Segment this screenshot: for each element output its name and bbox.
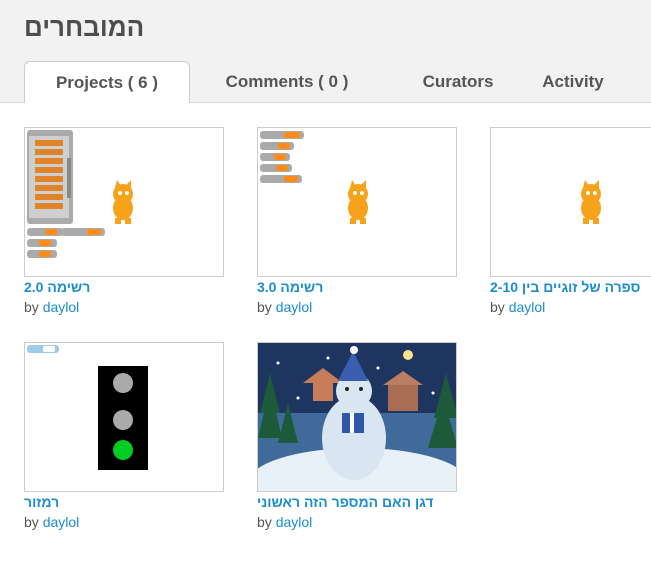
project-author-line: by daylol xyxy=(24,513,224,531)
tab-projects[interactable]: Projects ( 6 ) xyxy=(24,61,190,103)
project-author-line: by daylol xyxy=(257,298,457,316)
project-title[interactable]: דגן האם המספר הזה ראשוני xyxy=(257,493,457,511)
author-link[interactable]: daylol xyxy=(276,514,313,530)
project-title[interactable]: רשימה 2.0 xyxy=(24,278,224,296)
project-author-line: by daylol xyxy=(257,513,457,531)
cat-icon xyxy=(581,180,601,224)
project-card: רשימה 3.0 by daylol xyxy=(257,127,457,316)
project-thumbnail[interactable] xyxy=(257,127,457,277)
author-link[interactable]: daylol xyxy=(509,299,546,315)
by-label: by xyxy=(24,299,39,315)
project-card: ספרה של זוגיים בין 2-10 by daylol xyxy=(490,127,651,316)
author-link[interactable]: daylol xyxy=(43,514,80,530)
snow-yeti-thumbnail xyxy=(258,343,456,491)
list-blocks-cat-thumbnail xyxy=(27,130,133,258)
project-card: רשימה 2.0 by daylol xyxy=(24,127,224,316)
author-link[interactable]: daylol xyxy=(276,299,313,315)
tab-curators[interactable]: Curators xyxy=(396,61,520,103)
project-author-line: by daylol xyxy=(24,298,224,316)
by-label: by xyxy=(24,514,39,530)
by-label: by xyxy=(490,299,505,315)
variables-cat-thumbnail xyxy=(260,131,368,224)
project-card: רמזור by daylol xyxy=(24,342,224,531)
tab-activity[interactable]: Activity xyxy=(524,61,622,103)
author-link[interactable]: daylol xyxy=(43,299,80,315)
cat-icon xyxy=(113,180,133,224)
project-title[interactable]: רשימה 3.0 xyxy=(257,278,457,296)
gallery-header: המובחרים Projects ( 6 ) Comments ( 0 ) C… xyxy=(0,0,651,103)
project-author-line: by daylol xyxy=(490,298,651,316)
tab-comments[interactable]: Comments ( 0 ) xyxy=(207,61,367,103)
cat-icon xyxy=(348,180,368,224)
page-title: המובחרים xyxy=(24,12,145,42)
by-label: by xyxy=(257,514,272,530)
project-title[interactable]: ספרה של זוגיים בין 2-10 xyxy=(490,278,651,296)
project-title[interactable]: רמזור xyxy=(24,493,224,511)
project-thumbnail[interactable] xyxy=(24,342,224,492)
traffic-light-thumbnail xyxy=(27,345,148,470)
cat-thumbnail xyxy=(581,180,601,224)
project-thumbnail[interactable] xyxy=(257,342,457,492)
project-thumbnail[interactable] xyxy=(490,127,651,277)
by-label: by xyxy=(257,299,272,315)
project-card: דגן האם המספר הזה ראשוני by daylol xyxy=(257,342,457,531)
project-thumbnail[interactable] xyxy=(24,127,224,277)
